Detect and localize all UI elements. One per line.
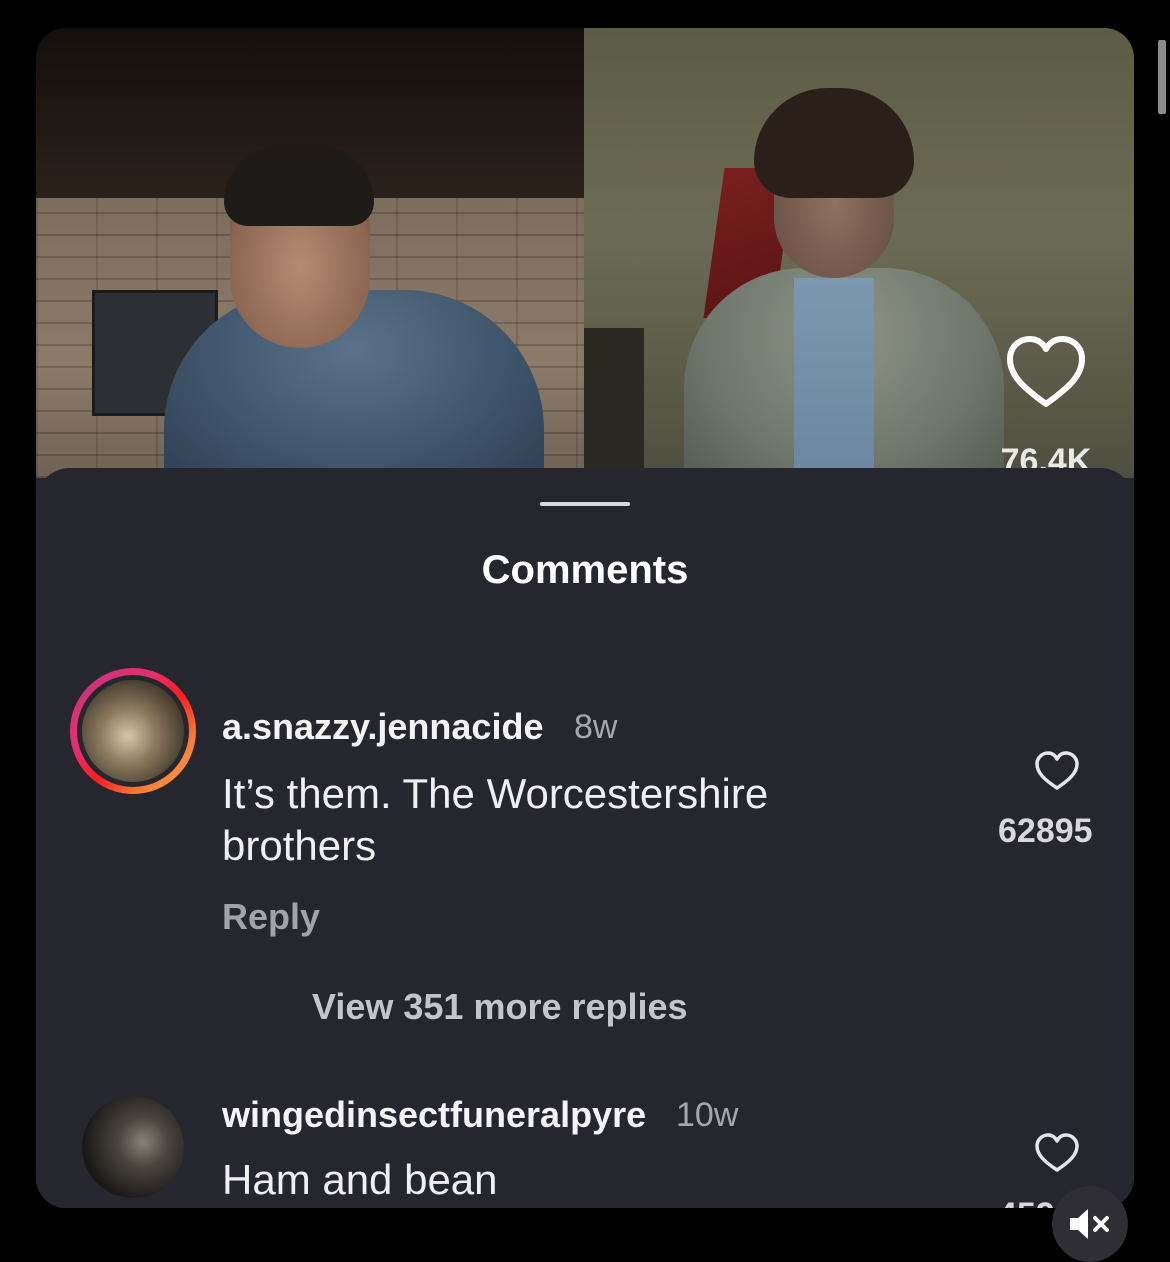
person-left-hair xyxy=(224,146,374,226)
scrollbar[interactable] xyxy=(1158,40,1166,114)
comments-sheet: Comments a.snazzy.jennacide 8w It’s them… xyxy=(36,468,1134,1208)
doorway xyxy=(584,328,644,478)
person-right-shirt xyxy=(794,278,874,478)
speaker-muted-icon xyxy=(1070,1209,1109,1239)
drag-handle[interactable] xyxy=(540,502,630,506)
view-more-replies-link[interactable]: View 351 more replies xyxy=(312,986,688,1028)
avatar-story-ring[interactable] xyxy=(70,668,196,794)
comment-time: 10w xyxy=(676,1096,739,1134)
comment-text-line: brothers xyxy=(222,822,377,869)
reply-button[interactable]: Reply xyxy=(222,896,320,938)
video-left-panel xyxy=(36,28,584,478)
comment-heart-icon[interactable] xyxy=(1034,750,1080,792)
person-right-hair xyxy=(754,88,914,198)
comment-username[interactable]: wingedinsectfuneralpyre xyxy=(222,1094,646,1136)
comment-text-line: It’s them. The Worcestershire xyxy=(222,770,769,817)
app-frame: 76.4K Comments a.snazzy.jennacide 8w It’… xyxy=(36,28,1134,1208)
video-like-heart-icon[interactable] xyxy=(1004,332,1088,412)
sheet-title: Comments xyxy=(481,548,689,592)
comment-time: 8w xyxy=(574,708,618,746)
comment-text-line: Ham and bean xyxy=(222,1156,498,1203)
avatar xyxy=(82,680,184,782)
comment-heart-icon[interactable] xyxy=(1034,1132,1080,1174)
comment-like-count: 62895 xyxy=(998,812,1093,850)
mute-button[interactable] xyxy=(1052,1186,1128,1262)
comment-username[interactable]: a.snazzy.jennacide xyxy=(222,706,543,748)
avatar[interactable] xyxy=(82,1096,184,1198)
